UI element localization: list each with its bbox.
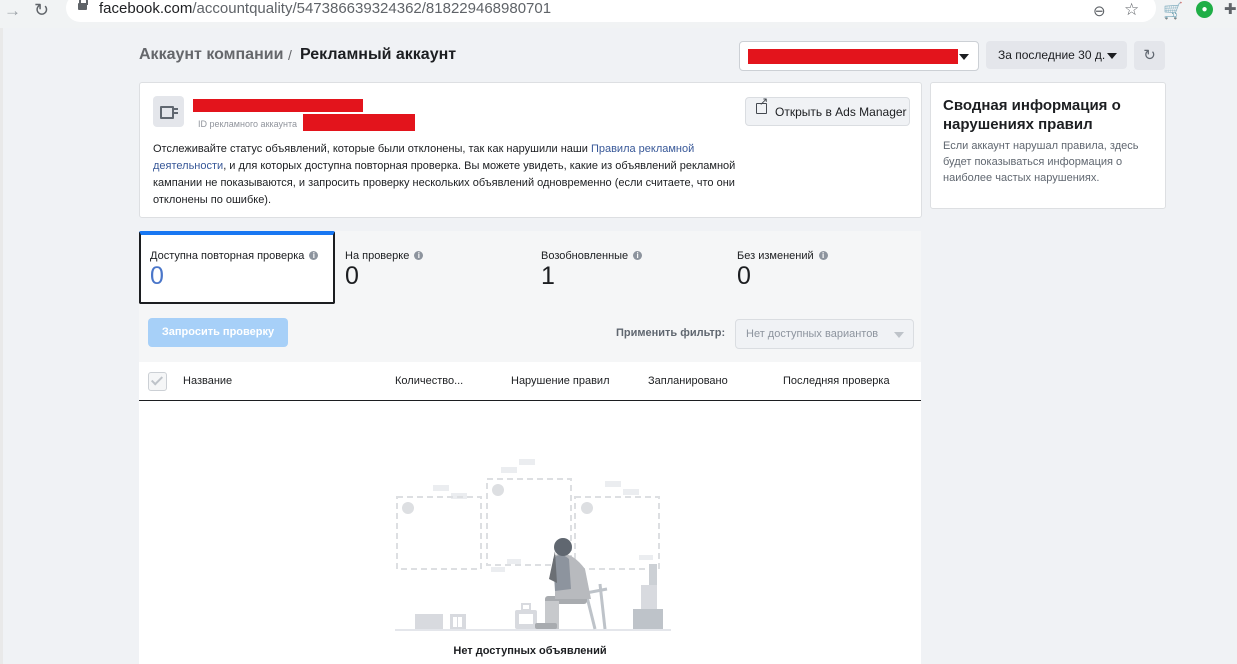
breadcrumb-business-account[interactable]: Аккаунт компании — [139, 46, 283, 64]
tab-count: 0 — [345, 262, 359, 290]
chevron-down-icon — [894, 332, 904, 338]
cart-extension-icon[interactable]: 🛒 — [1163, 1, 1183, 21]
column-header-name[interactable]: Название — [183, 375, 232, 387]
tab-label: Возобновленные — [541, 250, 629, 262]
violations-summary-card: Сводная информация о нарушениях правил Е… — [930, 82, 1166, 209]
table-header: Название Количество... Нарушение правил … — [139, 362, 921, 401]
puzzle-extensions-icon[interactable]: ✚ — [1224, 0, 1237, 18]
page-title: Рекламный аккаунт — [300, 46, 457, 63]
column-header-scheduled[interactable]: Запланировано — [648, 375, 728, 387]
back-arrow-icon[interactable]: → — [4, 1, 21, 21]
lock-icon — [78, 0, 88, 10]
open-ads-manager-button[interactable]: Открыть в Ads Manager — [745, 95, 910, 126]
filter-dropdown[interactable]: Нет доступных вариантов — [735, 319, 914, 349]
redacted-account-name — [748, 49, 958, 64]
account-id-label: ID рекламного аккаунта — [198, 119, 298, 129]
date-range-dropdown[interactable]: За последние 30 д. — [986, 41, 1127, 69]
refresh-icon: ↻ — [1143, 47, 1156, 64]
tab-count: 0 — [150, 262, 164, 290]
column-header-violation[interactable]: Нарушение правил — [511, 375, 610, 387]
tab-label: Без изменений — [737, 250, 814, 262]
chevron-down-icon — [959, 54, 969, 60]
tab-review-available[interactable]: Доступна повторная проверка i 0 — [139, 231, 335, 304]
column-header-count[interactable]: Количество... — [395, 375, 463, 387]
summary-title: Сводная информация о нарушениях правил — [943, 97, 1121, 133]
column-header-last-review[interactable]: Последняя проверка — [783, 375, 890, 387]
refresh-button[interactable]: ↻ — [1134, 41, 1165, 70]
date-range-label: За последние 30 д. — [998, 48, 1106, 62]
tab-label: Доступна повторная проверка — [150, 250, 305, 262]
chevron-down-icon — [1107, 53, 1117, 59]
status-tabs: Доступна повторная проверка i 0 На провер… — [139, 231, 921, 304]
request-review-button[interactable]: Запросить проверку — [148, 318, 288, 347]
open-ads-manager-label: Открыть в Ads Manager — [775, 105, 907, 119]
ad-account-selector[interactable] — [739, 41, 979, 71]
filter-label: Применить фильтр: — [616, 327, 726, 339]
ad-account-icon — [153, 96, 184, 127]
account-quality-description: Отслеживайте статус объявлений, которые … — [153, 143, 736, 206]
browser-toolbar: → ↻ facebook.com/accountquality/54738663… — [0, 0, 1237, 28]
tab-label: На проверке — [345, 250, 410, 262]
table-toolbar: Запросить проверку Применить фильтр: Нет… — [139, 304, 921, 362]
empty-state: Нет доступных объявлений — [139, 401, 921, 664]
info-icon[interactable]: i — [818, 251, 828, 260]
account-info-card: ID рекламного аккаунта Открыть в Ads Man… — [139, 82, 922, 218]
info-icon[interactable]: i — [414, 251, 424, 260]
redacted-account-id — [303, 114, 415, 131]
external-link-icon — [756, 95, 768, 114]
info-icon[interactable]: i — [633, 251, 643, 260]
tab-resumed[interactable]: Возобновленные i 1 — [531, 231, 728, 304]
redacted-account-name — [193, 99, 363, 112]
tab-count: 1 — [541, 262, 555, 290]
select-all-checkbox[interactable] — [148, 372, 167, 391]
filter-value: Нет доступных вариантов — [746, 328, 879, 340]
summary-text: Если аккаунт нарушал правила, здесь буде… — [943, 140, 1139, 184]
ads-review-panel: Доступна повторная проверка i 0 На провер… — [139, 231, 921, 664]
breadcrumb-separator: / — [288, 47, 292, 63]
empty-state-illustration — [395, 459, 671, 631]
reload-icon[interactable]: ↻ — [34, 0, 49, 21]
bookmark-star-icon[interactable]: ☆ — [1124, 0, 1139, 20]
tab-unchanged[interactable]: Без изменений i 0 — [727, 231, 921, 304]
zoom-icon[interactable]: ⊖ — [1093, 2, 1106, 20]
empty-state-label: Нет доступных объявлений — [453, 645, 607, 657]
url-text: facebook.com/accountquality/547386639324… — [99, 0, 552, 17]
info-icon[interactable]: i — [309, 251, 319, 260]
extension-icon[interactable]: ● — [1196, 1, 1213, 18]
address-bar[interactable]: facebook.com/accountquality/547386639324… — [66, 0, 1156, 22]
tab-count: 0 — [737, 262, 751, 290]
tab-in-review[interactable]: На проверке i 0 — [335, 231, 532, 304]
